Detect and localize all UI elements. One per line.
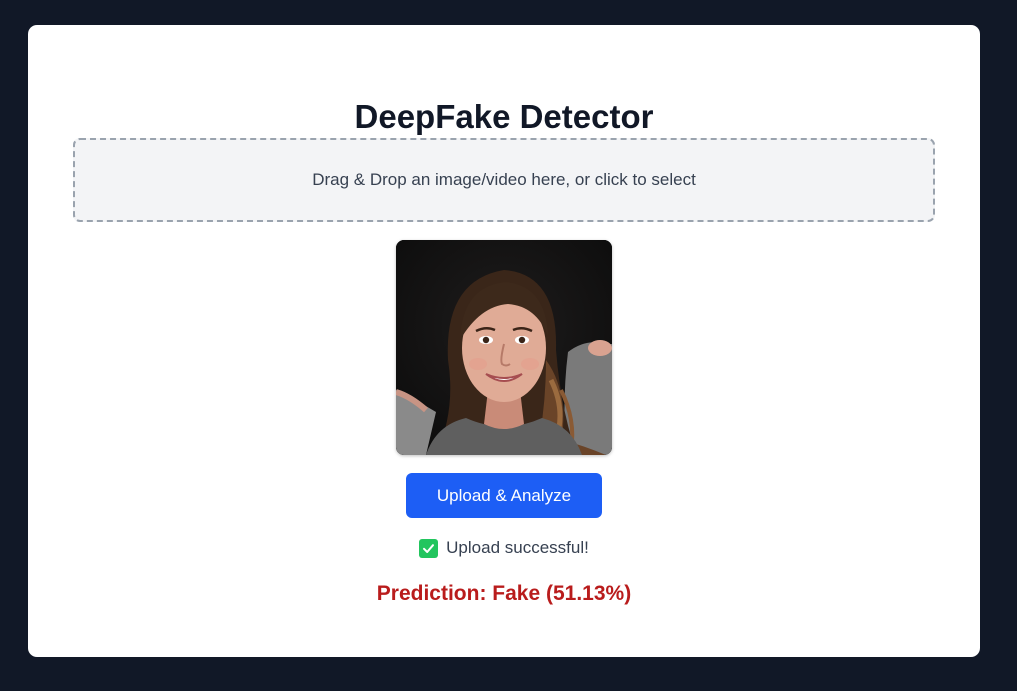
status-message: Upload successful! [28, 538, 980, 558]
portrait-photo-icon [396, 240, 612, 455]
file-dropzone[interactable]: Drag & Drop an image/video here, or clic… [73, 138, 935, 222]
main-card: DeepFake Detector Drag & Drop an image/v… [28, 25, 980, 657]
status-text: Upload successful! [446, 538, 589, 557]
dropzone-text: Drag & Drop an image/video here, or clic… [312, 170, 696, 189]
check-icon [419, 538, 439, 558]
image-preview [396, 240, 612, 455]
upload-analyze-button[interactable]: Upload & Analyze [406, 473, 602, 518]
prediction-result: Prediction: Fake (51.13%) [376, 582, 632, 605]
page-title: DeepFake Detector [354, 98, 654, 135]
